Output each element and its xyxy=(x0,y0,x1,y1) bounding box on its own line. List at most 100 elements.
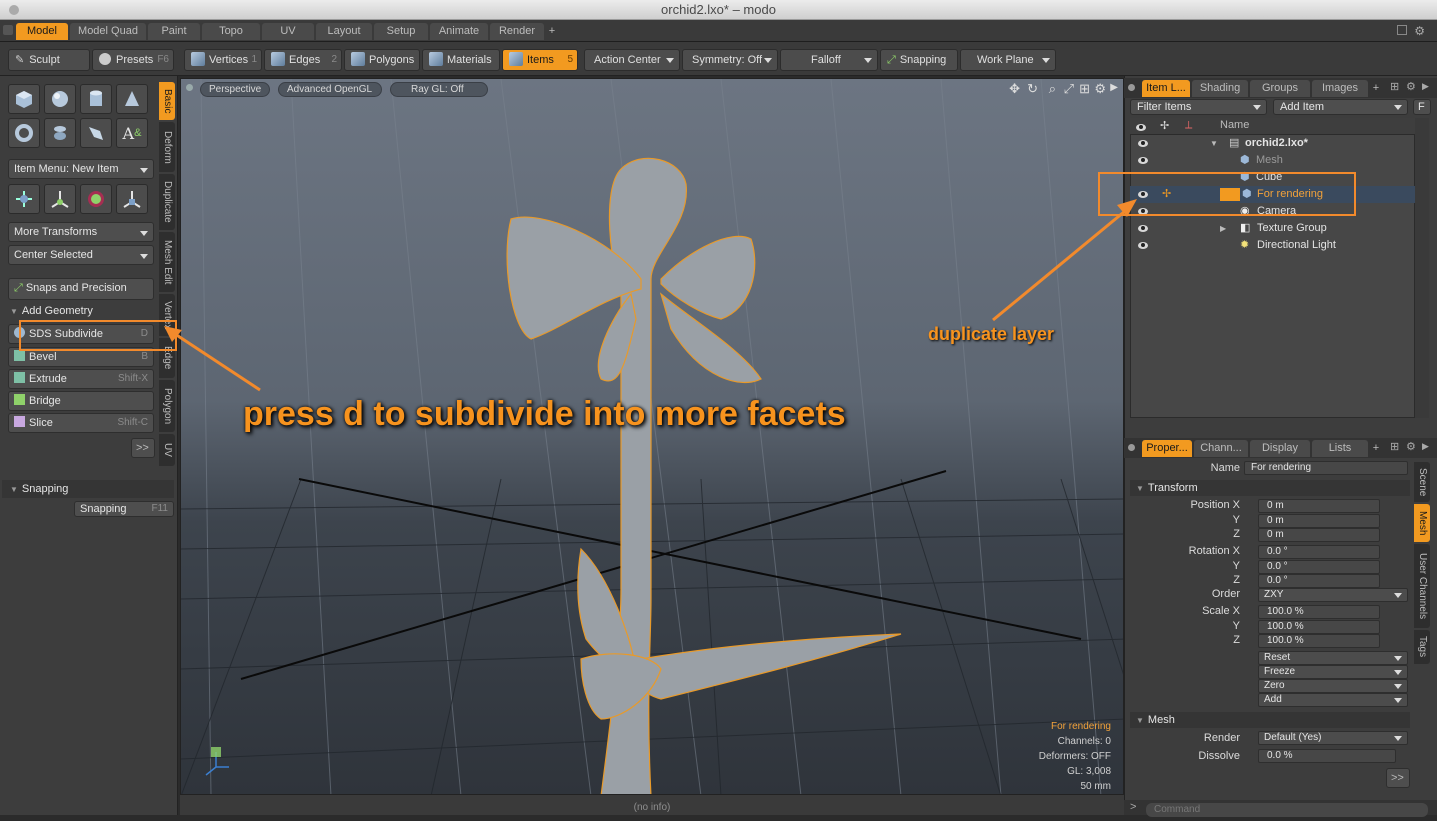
rotation-y-field[interactable]: 0.0 ° xyxy=(1258,560,1380,574)
vtab-tags[interactable]: Tags xyxy=(1414,630,1430,664)
snapping-section-header[interactable]: ▼ Snapping xyxy=(2,480,174,498)
expand-triangle-icon[interactable]: ▼ xyxy=(1210,135,1218,152)
position-x-field[interactable]: 0 m xyxy=(1258,499,1380,513)
pan-icon[interactable]: ✥ xyxy=(1009,81,1020,97)
mesh-section-header[interactable]: ▼ Mesh xyxy=(1130,712,1410,728)
cylinder-primitive-icon[interactable] xyxy=(80,84,112,114)
falloff-dropdown[interactable]: Falloff xyxy=(780,49,878,71)
tab-shading[interactable]: Shading xyxy=(1192,80,1248,97)
snapping-button[interactable]: ⤢ Snapping xyxy=(880,49,958,71)
tree-row-directional-light[interactable]: ✹ Directional Light xyxy=(1130,237,1415,254)
visibility-column-eye-icon[interactable] xyxy=(1136,122,1146,134)
scale-x-field[interactable]: 100.0 % xyxy=(1258,605,1380,619)
tab-setup[interactable]: Setup xyxy=(374,23,428,40)
rotate-view-icon[interactable]: ↻ xyxy=(1027,81,1038,97)
vertices-button[interactable]: Vertices 1 xyxy=(184,49,262,71)
panel-menu-arrow-icon[interactable]: ▶ xyxy=(1422,441,1429,452)
sculpt-button[interactable]: ✎ Sculpt xyxy=(8,49,90,71)
maximize-view-icon[interactable]: ⊞ xyxy=(1079,81,1090,97)
center-selected-dropdown[interactable]: Center Selected xyxy=(8,245,154,265)
vtab-basic[interactable]: Basic xyxy=(159,82,175,120)
panel-gear-icon[interactable]: ⚙ xyxy=(1406,80,1416,93)
name-column-header[interactable]: Name xyxy=(1220,119,1249,131)
cone-primitive-icon[interactable] xyxy=(116,84,148,114)
vtab-uv[interactable]: UV xyxy=(159,434,175,466)
work-plane-dropdown[interactable]: Work Plane xyxy=(960,49,1056,71)
cube-primitive-icon[interactable] xyxy=(8,84,40,114)
polygons-button[interactable]: Polygons xyxy=(344,49,420,71)
panel-maximize-icon[interactable]: ⊞ xyxy=(1390,80,1399,93)
expand-triangle-icon[interactable]: ▶ xyxy=(1220,220,1226,237)
3d-viewport[interactable]: For rendering Channels: 0 Deformers: OFF… xyxy=(180,78,1124,795)
scale-z-field[interactable]: 100.0 % xyxy=(1258,634,1380,648)
eye-icon[interactable] xyxy=(1138,136,1148,153)
tab-layout[interactable]: Layout xyxy=(316,23,372,40)
viewport-menu-arrow-icon[interactable]: ▶ xyxy=(1110,82,1118,93)
add-panel-tab-button[interactable]: + xyxy=(1370,80,1382,97)
eye-icon[interactable] xyxy=(1138,153,1148,170)
snaps-precision-button[interactable]: ⤢ Snaps and Precision xyxy=(8,278,154,300)
vtab-mesh-edit[interactable]: Mesh Edit xyxy=(159,232,175,292)
symmetry-dropdown[interactable]: Symmetry: Off xyxy=(682,49,778,71)
viewport-options-icon[interactable] xyxy=(186,84,193,91)
freeze-dropdown[interactable]: Freeze xyxy=(1258,665,1408,679)
tab-topo[interactable]: Topo xyxy=(202,23,260,40)
extrude-button[interactable]: Extrude Shift-X xyxy=(8,369,154,389)
add-item-dropdown[interactable]: Add Item xyxy=(1273,99,1408,115)
rotation-x-field[interactable]: 0.0 ° xyxy=(1258,545,1380,559)
tab-lists[interactable]: Lists xyxy=(1312,440,1368,457)
tab-paint[interactable]: Paint xyxy=(148,23,200,40)
panel-gear-icon[interactable]: ⚙ xyxy=(1406,440,1416,453)
edges-button[interactable]: Edges 2 xyxy=(264,49,342,71)
shading-mode-button[interactable]: Advanced OpenGL xyxy=(278,82,382,97)
sphere-primitive-icon[interactable] xyxy=(44,84,76,114)
tab-model[interactable]: Model xyxy=(16,23,68,40)
settings-gear-icon[interactable]: ⚙ xyxy=(1414,24,1425,38)
tab-groups[interactable]: Groups xyxy=(1250,80,1310,97)
tab-uv[interactable]: UV xyxy=(262,23,314,40)
add-panel-tab-button[interactable]: + xyxy=(1370,440,1382,457)
tree-row-orchid2[interactable]: ▼ ▤ orchid2.lxo* xyxy=(1130,135,1415,152)
more-transforms-dropdown[interactable]: More Transforms xyxy=(8,222,154,242)
bridge-button[interactable]: Bridge xyxy=(8,391,154,411)
filter-items-dropdown[interactable]: Filter Items xyxy=(1130,99,1267,115)
tree-scrollbar[interactable] xyxy=(1415,118,1429,418)
item-name-field[interactable]: For rendering xyxy=(1244,461,1408,475)
move-tool-icon[interactable] xyxy=(8,184,40,214)
position-y-field[interactable]: 0 m xyxy=(1258,514,1380,528)
zoom-icon[interactable]: ⌕ xyxy=(1049,81,1056,97)
vtab-deform[interactable]: Deform xyxy=(159,122,175,172)
tab-animate[interactable]: Animate xyxy=(430,23,488,40)
panel-menu-arrow-icon[interactable]: ▶ xyxy=(1422,81,1429,92)
tab-images[interactable]: Images xyxy=(1312,80,1368,97)
vtab-duplicate[interactable]: Duplicate xyxy=(159,174,175,230)
fit-view-icon[interactable]: ⤢ xyxy=(1064,81,1074,97)
materials-button[interactable]: Materials xyxy=(422,49,500,71)
rotation-z-field[interactable]: 0.0 ° xyxy=(1258,574,1380,588)
panel-maximize-icon[interactable]: ⊞ xyxy=(1390,440,1399,453)
add-geometry-header[interactable]: ▼ Add Geometry xyxy=(10,305,93,317)
menu-icon[interactable] xyxy=(3,25,13,35)
vtab-scene[interactable]: Scene xyxy=(1414,462,1430,502)
transform-section-header[interactable]: ▼ Transform xyxy=(1130,480,1410,496)
tab-model-quad[interactable]: Model Quad xyxy=(70,23,146,40)
panel-options-icon[interactable] xyxy=(1128,84,1135,91)
transform-tool-icon[interactable] xyxy=(44,184,76,214)
view-type-button[interactable]: Perspective xyxy=(200,82,270,97)
zero-dropdown[interactable]: Zero xyxy=(1258,679,1408,693)
scale-tool-icon[interactable] xyxy=(116,184,148,214)
item-menu-dropdown[interactable]: Item Menu: New Item xyxy=(8,159,154,179)
text-tool-icon[interactable]: A & xyxy=(116,118,148,148)
tab-properties[interactable]: Proper... xyxy=(1142,440,1192,457)
items-button[interactable]: Items 5 xyxy=(502,49,578,71)
rotation-order-dropdown[interactable]: ZXY xyxy=(1258,588,1408,602)
torus-primitive-icon[interactable] xyxy=(8,118,40,148)
viewport-gear-icon[interactable]: ⚙ xyxy=(1094,81,1106,97)
tab-channels[interactable]: Chann... xyxy=(1194,440,1248,457)
capsule-primitive-icon[interactable] xyxy=(44,118,76,148)
rotate-tool-icon[interactable] xyxy=(80,184,112,214)
tab-display[interactable]: Display xyxy=(1250,440,1310,457)
vtab-user-channels[interactable]: User Channels xyxy=(1414,544,1430,628)
panel-options-icon[interactable] xyxy=(1128,444,1135,451)
filter-toggle-button[interactable]: F xyxy=(1413,99,1431,115)
